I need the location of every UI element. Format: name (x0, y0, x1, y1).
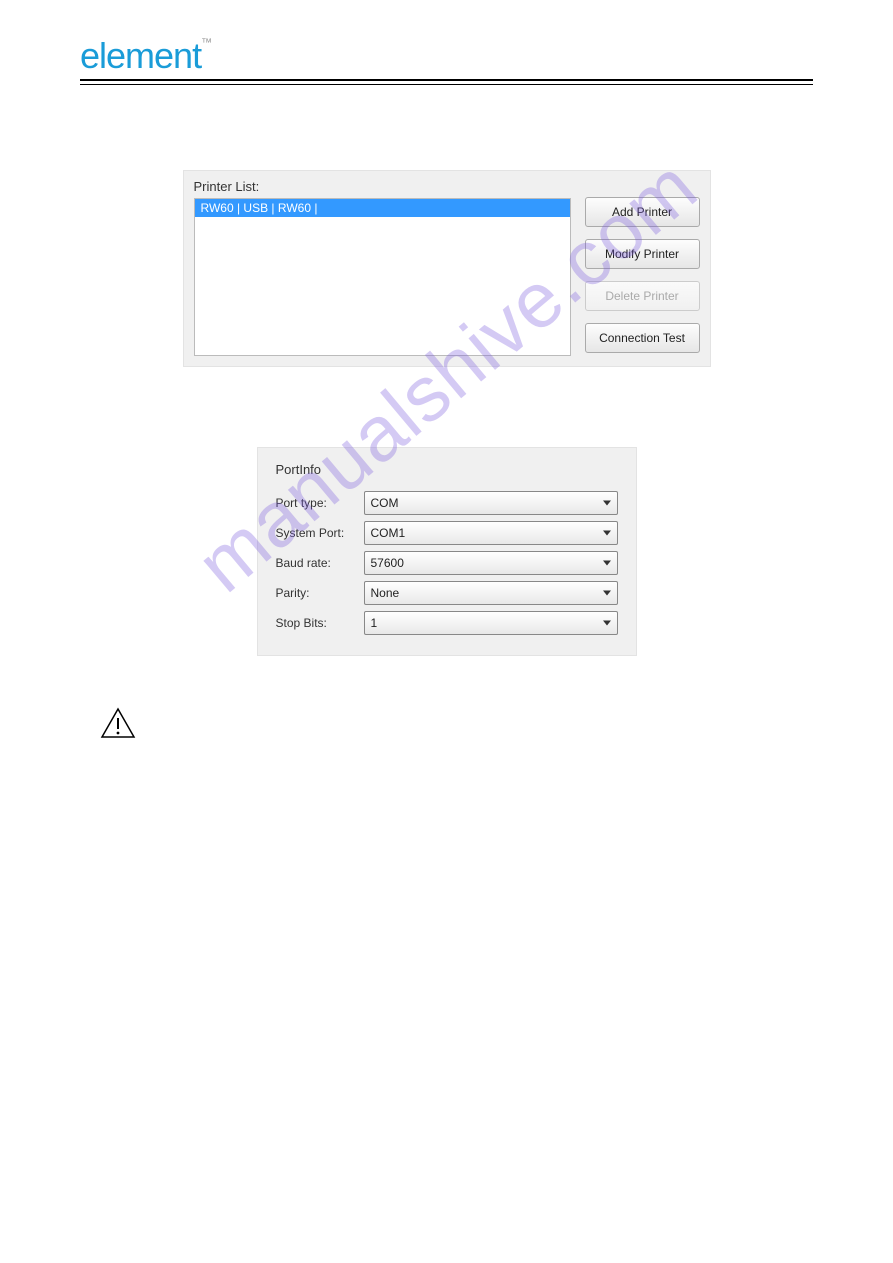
port-info-title: PortInfo (276, 462, 618, 477)
stop-bits-combo[interactable]: 1 (364, 611, 618, 635)
chevron-down-icon (603, 591, 611, 596)
system-port-label: System Port: (276, 526, 364, 540)
printer-list-label: Printer List: (194, 179, 571, 194)
brand-logo: element™ (80, 35, 211, 77)
connection-test-button[interactable]: Connection Test (585, 323, 700, 353)
baud-rate-combo[interactable]: 57600 (364, 551, 618, 575)
baud-rate-value: 57600 (365, 556, 404, 570)
printer-list-item[interactable]: RW60 | USB | RW60 | (195, 199, 570, 217)
port-type-label: Port type: (276, 496, 364, 510)
logo-text: element (80, 35, 201, 76)
warning-icon (100, 707, 136, 744)
port-info-panel: PortInfo Port type: COM System Port: COM… (257, 447, 637, 656)
parity-value: None (365, 586, 400, 600)
chevron-down-icon (603, 501, 611, 506)
printer-listbox[interactable]: RW60 | USB | RW60 | (194, 198, 571, 356)
chevron-down-icon (603, 561, 611, 566)
logo-tm: ™ (201, 37, 211, 49)
chevron-down-icon (603, 621, 611, 626)
modify-printer-button[interactable]: Modify Printer (585, 239, 700, 269)
parity-label: Parity: (276, 586, 364, 600)
parity-combo[interactable]: None (364, 581, 618, 605)
system-port-combo[interactable]: COM1 (364, 521, 618, 545)
stop-bits-value: 1 (365, 616, 378, 630)
stop-bits-label: Stop Bits: (276, 616, 364, 630)
printer-list-panel: Printer List: RW60 | USB | RW60 | Add Pr… (183, 170, 711, 367)
add-printer-button[interactable]: Add Printer (585, 197, 700, 227)
delete-printer-button: Delete Printer (585, 281, 700, 311)
port-type-value: COM (365, 496, 399, 510)
port-type-combo[interactable]: COM (364, 491, 618, 515)
baud-rate-label: Baud rate: (276, 556, 364, 570)
system-port-value: COM1 (365, 526, 406, 540)
chevron-down-icon (603, 531, 611, 536)
